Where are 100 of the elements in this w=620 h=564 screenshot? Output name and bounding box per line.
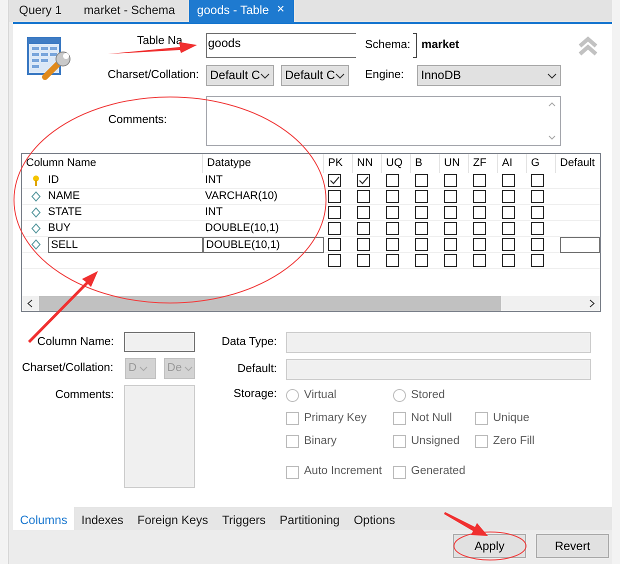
checkbox[interactable] <box>357 190 370 203</box>
data-type-label: Data Type: <box>220 335 277 350</box>
checkbox[interactable] <box>415 238 428 251</box>
scroll-left-icon[interactable] <box>27 299 33 308</box>
datatype-field[interactable]: DOUBLE(10,1) <box>203 236 324 252</box>
checkbox[interactable] <box>386 206 399 219</box>
checkbox[interactable] <box>473 174 486 187</box>
column-header[interactable]: UQ <box>382 154 411 173</box>
checkbox[interactable] <box>415 206 428 219</box>
checkbox[interactable] <box>444 174 457 187</box>
table-name-field[interactable]: goods <box>206 33 356 58</box>
tab[interactable]: Foreign Keys <box>130 507 216 530</box>
chevron-down-icon <box>184 366 193 372</box>
comments-field[interactable] <box>206 96 561 146</box>
checkbox[interactable] <box>357 222 370 235</box>
column-name: ID <box>48 174 59 188</box>
column-name-field[interactable]: SELL <box>48 236 203 252</box>
column-name: BUY <box>48 222 71 236</box>
column-header[interactable]: Column Name <box>22 154 203 173</box>
comments-field[interactable] <box>124 385 195 488</box>
checkbox[interactable] <box>444 206 457 219</box>
checkbox[interactable] <box>415 254 428 267</box>
tab[interactable]: Indexes <box>74 507 130 530</box>
chevron-down-icon <box>335 72 345 78</box>
checkbox[interactable] <box>328 254 341 267</box>
checkbox[interactable] <box>473 190 486 203</box>
checkbox[interactable] <box>328 190 341 203</box>
chevron-down-icon <box>547 72 557 78</box>
checkbox[interactable] <box>444 190 457 203</box>
action-button[interactable]: Revert <box>536 534 609 558</box>
checkbox[interactable] <box>444 222 457 235</box>
checkbox[interactable] <box>502 238 515 251</box>
checkbox[interactable] <box>473 222 486 235</box>
charset-label: Charset/Collation: <box>106 68 199 82</box>
checkbox[interactable] <box>415 190 428 203</box>
close-icon[interactable]: × <box>276 3 284 15</box>
scroll-right-icon[interactable] <box>589 299 595 308</box>
checkbox[interactable] <box>357 238 370 251</box>
checkbox[interactable] <box>531 222 544 235</box>
checkbox[interactable] <box>386 174 399 187</box>
tab[interactable]: Partitioning <box>272 507 347 530</box>
tab[interactable]: market - Schema <box>76 0 186 22</box>
storage-label: Storage: <box>232 387 277 402</box>
checkbox[interactable] <box>502 206 515 219</box>
datatype: INT <box>205 206 223 220</box>
checkbox[interactable] <box>531 190 544 203</box>
checkbox[interactable] <box>357 174 370 187</box>
checkbox[interactable] <box>415 174 428 187</box>
column-name: STATE <box>48 206 82 220</box>
column-name: NAME <box>48 190 80 204</box>
checkbox[interactable] <box>328 238 341 251</box>
column-header[interactable]: ZF <box>469 154 498 173</box>
checkbox[interactable] <box>531 238 544 251</box>
action-button[interactable]: Apply <box>453 534 526 558</box>
horizontal-scrollbar[interactable] <box>22 296 600 311</box>
tab[interactable]: Query 1 <box>11 0 72 22</box>
tab[interactable]: Columns <box>13 507 74 530</box>
column-header[interactable]: B <box>411 154 440 173</box>
annotation-arrow <box>444 512 488 536</box>
checkbox[interactable] <box>444 254 457 267</box>
checkbox[interactable] <box>531 254 544 267</box>
charset-dropdown[interactable]: Default C <box>206 65 274 86</box>
checkbox[interactable] <box>531 174 544 187</box>
datatype: DOUBLE(10,1) <box>205 222 279 236</box>
checkbox[interactable] <box>473 254 486 267</box>
checkbox[interactable] <box>473 206 486 219</box>
checkbox[interactable] <box>357 254 370 267</box>
checkbox[interactable] <box>357 206 370 219</box>
checkbox[interactable] <box>502 190 515 203</box>
checkbox[interactable] <box>328 174 341 187</box>
checkbox[interactable] <box>415 222 428 235</box>
checkbox[interactable] <box>386 190 399 203</box>
checkbox[interactable] <box>328 206 341 219</box>
checkbox[interactable] <box>444 238 457 251</box>
collation-dropdown[interactable]: Default C <box>281 65 349 86</box>
tab[interactable]: goods - Table × <box>189 0 294 22</box>
checkbox[interactable] <box>386 254 399 267</box>
tab[interactable]: Triggers <box>215 507 273 530</box>
checkbox[interactable] <box>328 222 341 235</box>
schema-name: market <box>421 38 460 52</box>
default-label: Default: <box>236 362 277 377</box>
column-header[interactable]: Datatype <box>203 154 324 173</box>
checkbox[interactable] <box>502 222 515 235</box>
column-header[interactable]: UN <box>440 154 469 173</box>
checkbox[interactable] <box>502 174 515 187</box>
column-header[interactable]: NN <box>353 154 382 173</box>
column-name-input[interactable] <box>124 332 195 352</box>
column-header[interactable]: G <box>527 154 556 173</box>
tab[interactable]: Options <box>346 507 402 530</box>
chevron-down-icon <box>260 72 270 78</box>
column-header[interactable]: PK <box>324 154 353 173</box>
column-header[interactable]: AI <box>498 154 527 173</box>
checkbox[interactable] <box>386 222 399 235</box>
engine-dropdown[interactable]: InnoDB <box>417 65 561 86</box>
checkbox[interactable] <box>473 238 486 251</box>
default-field[interactable] <box>560 236 600 252</box>
checkbox[interactable] <box>502 254 515 267</box>
checkbox[interactable] <box>386 238 399 251</box>
checkbox[interactable] <box>531 206 544 219</box>
column-name-label: Column Name: <box>36 335 114 350</box>
